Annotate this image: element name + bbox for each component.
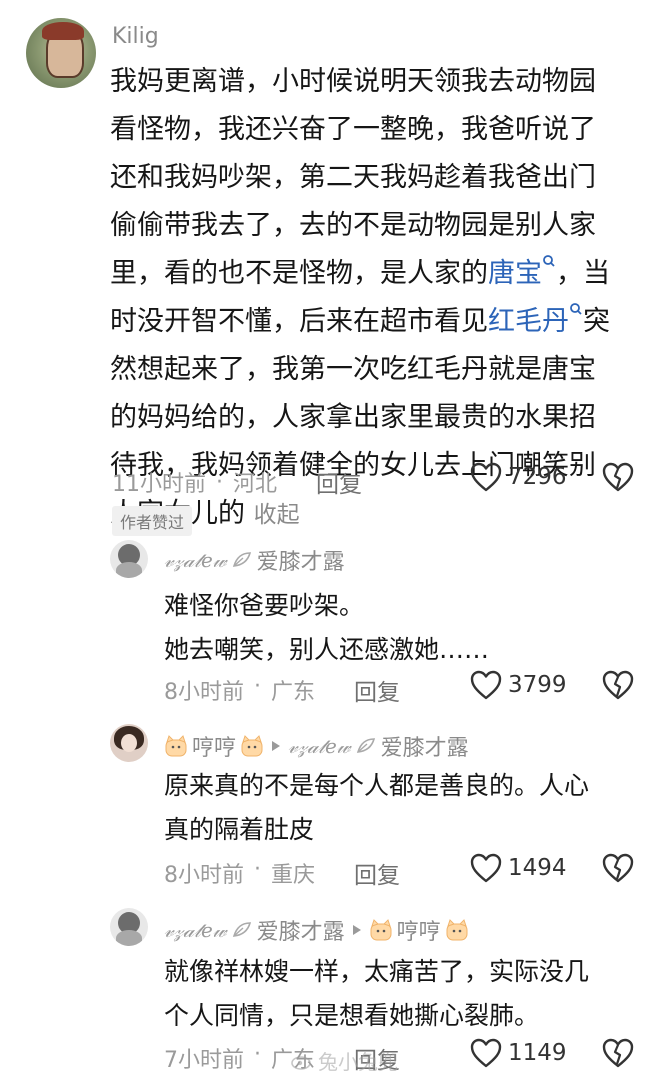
heart-icon xyxy=(470,670,502,700)
collapse-button[interactable]: 收起 xyxy=(254,502,300,528)
reply-time: 8小时前 xyxy=(164,863,244,888)
watermark: 兔小兔兜 xyxy=(290,1046,398,1075)
avatar-kilig[interactable] xyxy=(26,18,96,88)
like-button[interactable]: 1149 xyxy=(470,1038,567,1068)
reply-meta: 8小时前 · 广东 xyxy=(164,674,315,706)
dislike-button[interactable] xyxy=(602,853,634,887)
search-link-label[interactable]: 红毛丹 xyxy=(488,306,569,337)
reply-location: 重庆 xyxy=(271,863,316,888)
reply-text: 难怪你爸要吵架。 她去嘲笑，别人还感激她…… xyxy=(164,584,644,672)
reply-username-label[interactable]: 哼哼 xyxy=(192,730,236,762)
like-count: 3799 xyxy=(508,672,567,698)
reply-username-label[interactable]: 爱膝才露 xyxy=(257,544,345,576)
comment-line: 时没开智不懂，后来在超市看见红毛丹突 xyxy=(110,298,650,346)
username[interactable]: Kilig xyxy=(112,24,159,49)
comment-line: 还和我妈吵架，第二天我妈趁着我爸出门 xyxy=(110,162,596,193)
avatar-reply-3[interactable] xyxy=(110,908,148,946)
cat-icon xyxy=(370,919,392,941)
search-link-hongmaodan[interactable]: 红毛丹 xyxy=(488,303,583,337)
avatar-hair xyxy=(42,22,84,40)
reply-text: 原来真的不是每个人都是善良的。人心 真的隔着肚皮 xyxy=(164,764,654,852)
reply-button[interactable]: 回复 xyxy=(316,465,362,499)
reply-time: 7小时前 xyxy=(164,1048,244,1073)
like-count: 1494 xyxy=(508,855,567,881)
reply-target-label[interactable]: 哼哼 xyxy=(397,914,441,946)
comment-line: 偷偷带我去了，去的不是动物园是别人家 xyxy=(110,210,596,241)
comment-text-segment: ，当 xyxy=(556,258,610,289)
avatar-figure xyxy=(121,734,137,752)
reply-meta: 8小时前 · 重庆 xyxy=(164,857,315,889)
comment-time: 11小时前 xyxy=(112,472,206,497)
meta-dot: · xyxy=(216,469,223,495)
cat-icon xyxy=(446,919,468,941)
dislike-button[interactable] xyxy=(602,670,634,704)
leaf-icon xyxy=(232,552,251,567)
avatar-figure xyxy=(116,930,142,946)
signature-logo-icon: 𝓋𝓏𝒶𝓉𝑒𝓌 xyxy=(164,918,227,942)
reply-arrow-icon xyxy=(352,925,361,935)
reply-time: 8小时前 xyxy=(164,680,244,705)
reply-line: 就像祥林嫂一样，太痛苦了，实际没几 xyxy=(164,957,590,986)
like-button[interactable]: 3799 xyxy=(470,670,567,700)
cat-icon xyxy=(165,735,187,757)
reply-button[interactable]: 回复 xyxy=(354,856,400,890)
reply-arrow-icon xyxy=(272,741,281,751)
search-link-label[interactable]: 唐宝 xyxy=(488,258,542,289)
broken-heart-icon xyxy=(602,462,634,492)
leaf-icon xyxy=(356,738,375,753)
comment-text-segment: 时没开智不懂，后来在超市看见 xyxy=(110,306,488,337)
comment-text-segment: 里，看的也不是怪物，是人家的 xyxy=(110,258,488,289)
reply-username[interactable]: 𝓋𝓏𝒶𝓉𝑒𝓌 爱膝才露 哼哼 xyxy=(164,914,469,946)
meta-dot: · xyxy=(254,1042,261,1067)
like-button[interactable]: 1494 xyxy=(470,853,567,883)
broken-heart-icon xyxy=(602,853,634,883)
comment-line: 然想起来了，我第一次吃红毛丹就是唐宝 xyxy=(110,354,596,385)
broken-heart-icon xyxy=(602,1038,634,1068)
dislike-button[interactable] xyxy=(602,1038,634,1072)
reply-line: 她去嘲笑，别人还感激她…… xyxy=(164,635,490,664)
signature-logo-icon: 𝓋𝓏𝒶𝓉𝑒𝓌 xyxy=(288,734,351,758)
leaf-icon xyxy=(232,922,251,937)
avatar-reply-2[interactable] xyxy=(110,724,148,762)
reply-text: 就像祥林嫂一样，太痛苦了，实际没几 个人同情，只是想看她撕心裂肺。 xyxy=(164,950,654,1038)
signature-logo-icon: 𝓋𝓏𝒶𝓉𝑒𝓌 xyxy=(164,548,227,572)
author-liked-badge: 作者赞过 xyxy=(112,506,193,536)
search-icon xyxy=(543,255,555,267)
reply-username-label[interactable]: 爱膝才露 xyxy=(257,914,345,946)
reply-line: 原来真的不是每个人都是善良的。人心 xyxy=(164,771,590,800)
reply-button[interactable]: 回复 xyxy=(354,673,400,707)
meta-dot: · xyxy=(254,857,261,882)
comment-line: 的妈妈给的，人家拿出家里最贵的水果招 xyxy=(110,402,596,433)
watermark-text: 兔小兔兜 xyxy=(318,1050,398,1074)
reply-line: 个人同情，只是想看她撕心裂肺。 xyxy=(164,1001,540,1030)
reply-target-label[interactable]: 爱膝才露 xyxy=(381,730,469,762)
weibo-logo-icon xyxy=(291,1055,311,1070)
comment-meta: 11小时前 · 河北 xyxy=(112,466,277,498)
like-count: 1149 xyxy=(508,1040,567,1066)
comment-text-segment: 突 xyxy=(583,306,610,337)
meta-dot: · xyxy=(254,674,261,699)
search-icon xyxy=(570,303,582,315)
broken-heart-icon xyxy=(602,670,634,700)
heart-icon xyxy=(470,1038,502,1068)
reply-line: 难怪你爸要吵架。 xyxy=(164,591,365,620)
reply-line: 真的隔着肚皮 xyxy=(164,815,315,844)
avatar-reply-1[interactable] xyxy=(110,540,148,578)
reply-username[interactable]: 哼哼 𝓋𝓏𝒶𝓉𝑒𝓌 爱膝才露 xyxy=(164,730,469,762)
dislike-button[interactable] xyxy=(602,462,634,496)
like-count: 7296 xyxy=(508,464,567,490)
reply-username[interactable]: 𝓋𝓏𝒶𝓉𝑒𝓌 爱膝才露 xyxy=(164,544,345,576)
reply-location: 广东 xyxy=(271,680,316,705)
heart-icon xyxy=(470,462,502,492)
avatar-figure xyxy=(116,562,142,578)
like-button[interactable]: 7296 xyxy=(470,462,567,492)
heart-icon xyxy=(470,853,502,883)
cat-icon xyxy=(241,735,263,757)
comment-line: 看怪物，我还兴奋了一整晚，我爸听说了 xyxy=(110,114,596,145)
search-link-tangbao[interactable]: 唐宝 xyxy=(488,255,556,289)
comment-location: 河北 xyxy=(233,472,278,497)
comment-line: 里，看的也不是怪物，是人家的唐宝 ，当 xyxy=(110,250,650,298)
comment-line: 我妈更离谱，小时候说明天领我去动物园 xyxy=(110,66,596,97)
